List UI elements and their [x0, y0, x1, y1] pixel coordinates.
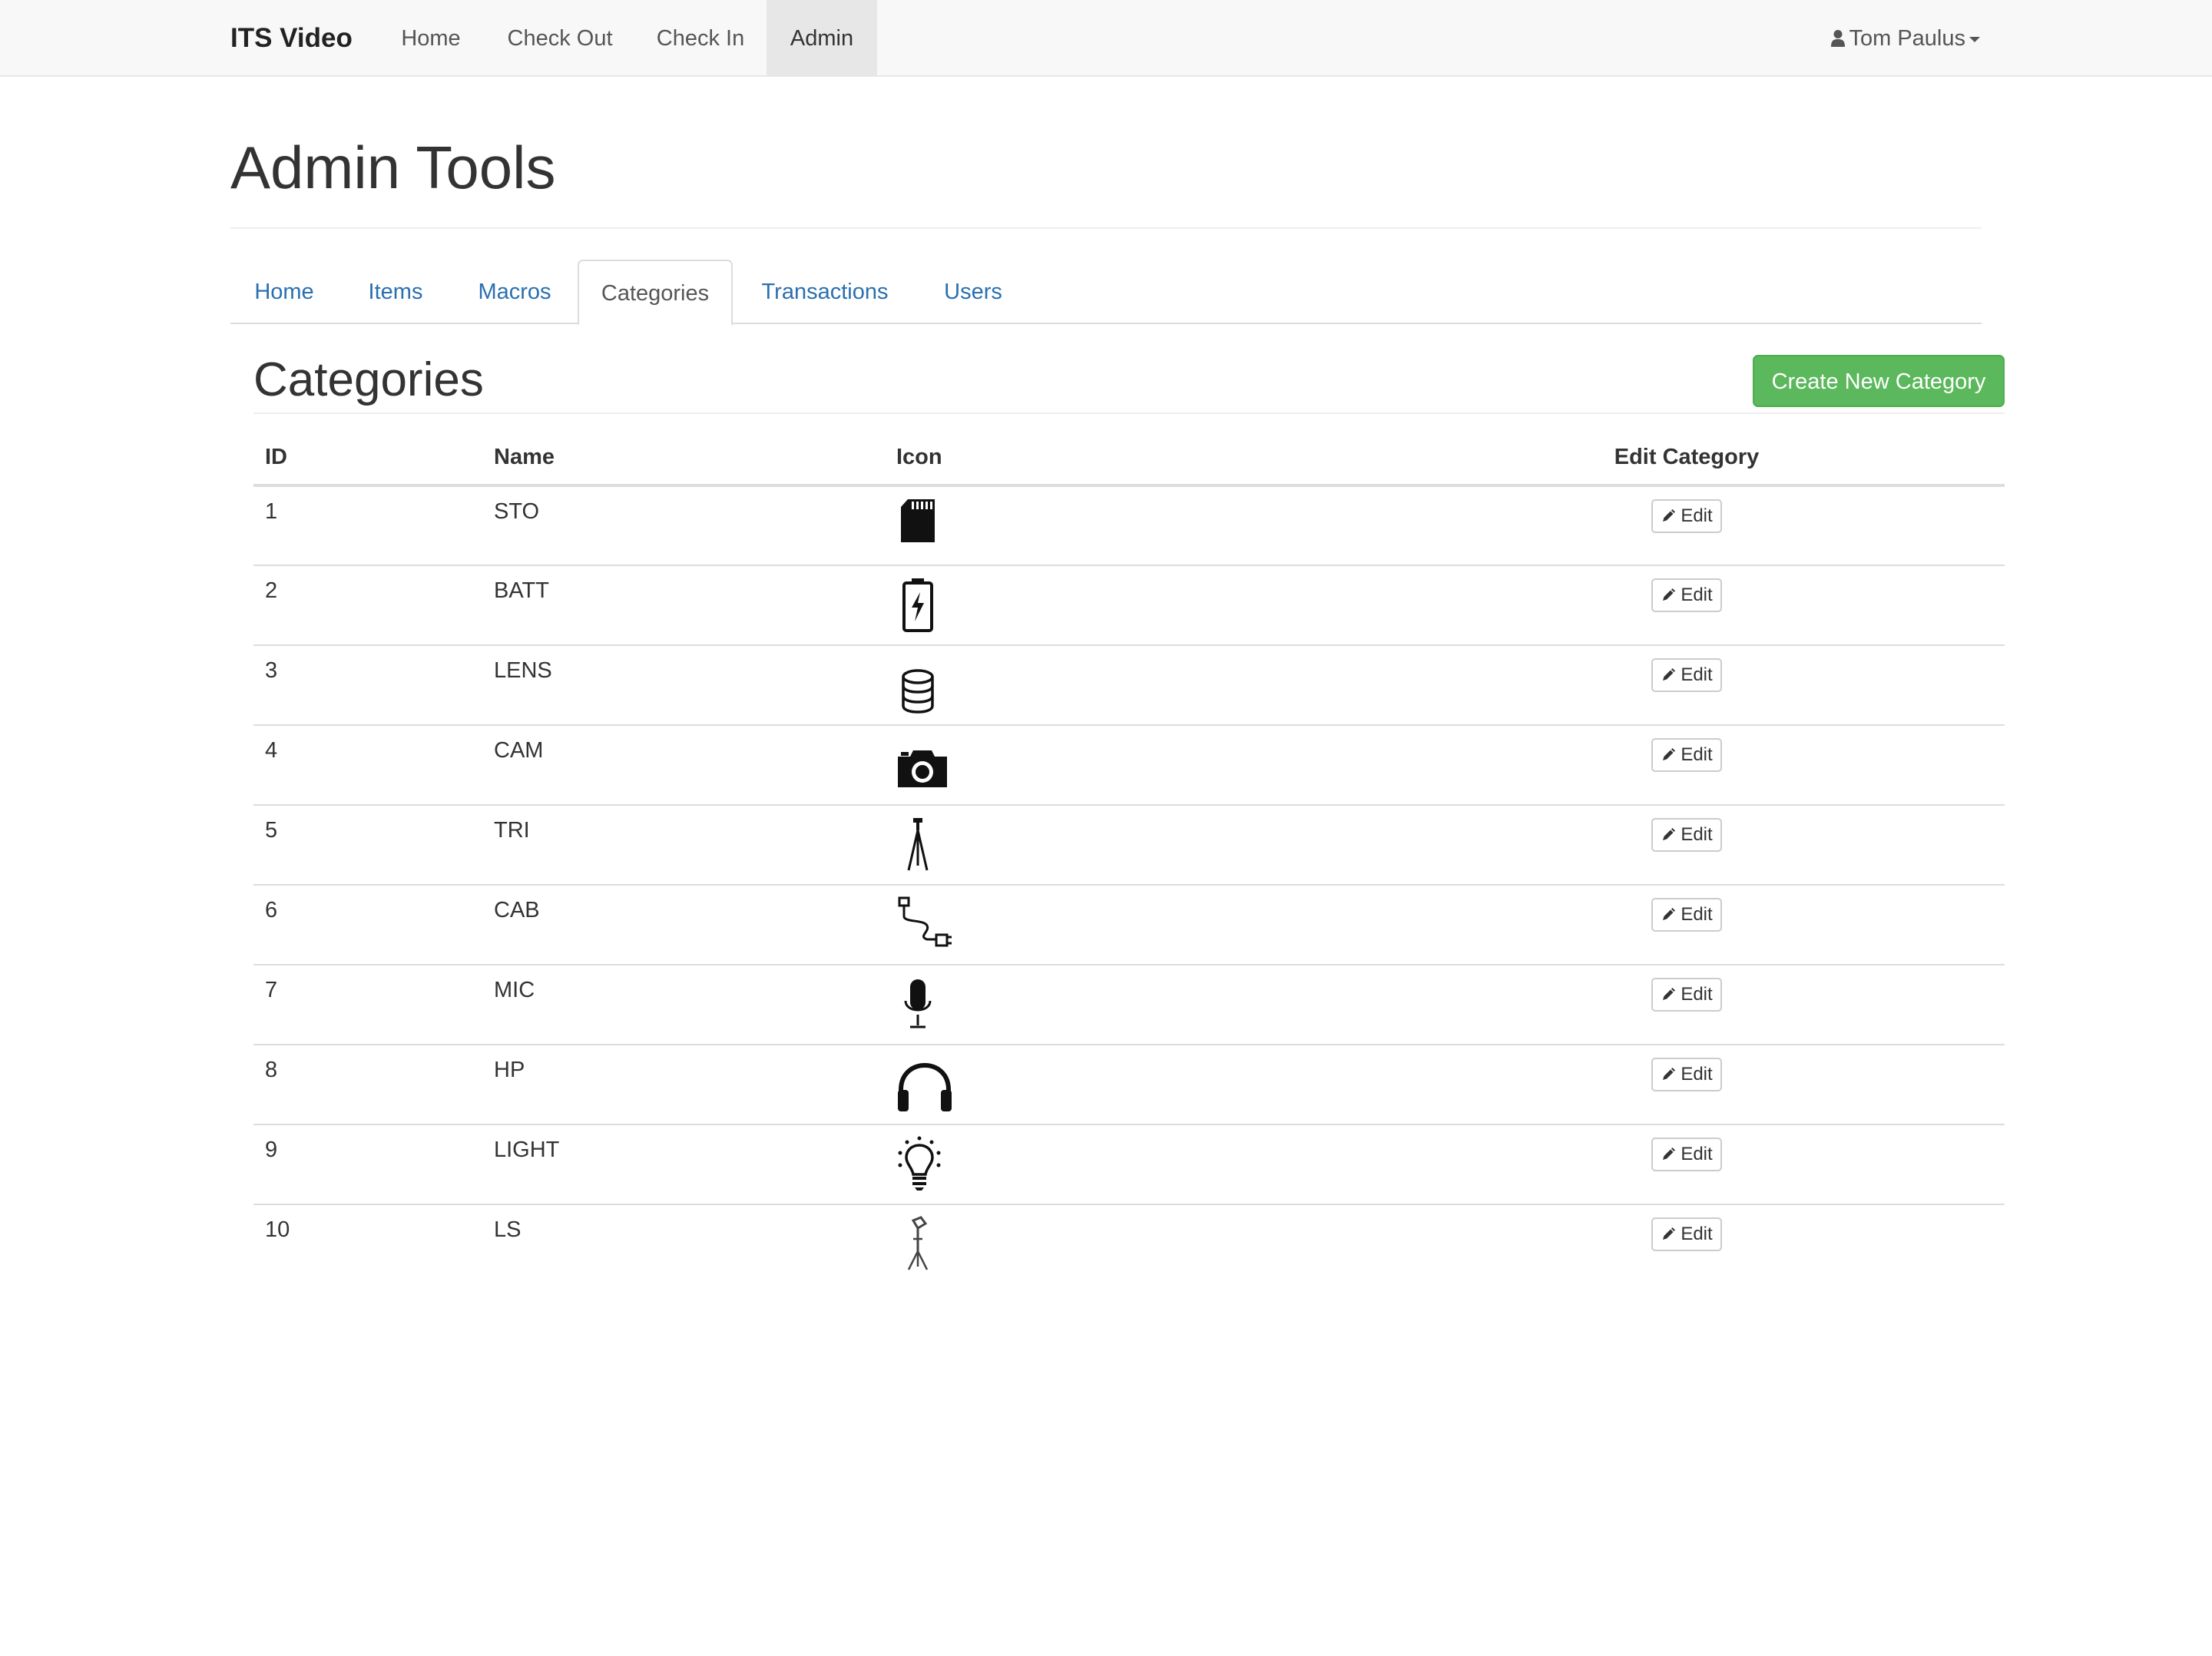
tab-macros[interactable]: Macros [453, 260, 576, 324]
user-icon [1831, 30, 1846, 47]
edit-category-button[interactable]: Edit [1651, 658, 1722, 692]
category-id: 9 [253, 1124, 482, 1204]
category-id: 5 [253, 804, 482, 885]
tab-users[interactable]: Users [917, 260, 1029, 324]
sd-card-icon [901, 499, 935, 542]
tab-items[interactable]: Items [339, 260, 452, 324]
categories-table: ID Name Icon Edit Category 1 STO Edit 2 … [253, 430, 2005, 1284]
edit-category-button[interactable]: Edit [1651, 1058, 1722, 1091]
edit-label: Edit [1681, 904, 1713, 925]
category-name: LENS [482, 644, 885, 725]
section-divider [253, 412, 2005, 414]
table-row: 10 LS Edit [253, 1204, 2005, 1284]
table-row: 4 CAM Edit [253, 724, 2005, 805]
category-name: LIGHT [482, 1124, 885, 1204]
edit-category-button[interactable]: Edit [1651, 1138, 1722, 1171]
edit-label: Edit [1681, 984, 1713, 1005]
nav-home[interactable]: Home [390, 0, 472, 77]
category-id: 3 [253, 644, 482, 725]
category-name: STO [494, 499, 540, 524]
table-row: 6 CAB Edit [253, 884, 2005, 965]
edit-category-button[interactable]: Edit [1651, 898, 1722, 932]
category-id: 7 [253, 964, 482, 1045]
category-name: MIC [482, 964, 885, 1045]
admin-tabs: Home Items Macros Categories Transaction… [230, 260, 1982, 326]
user-menu-dropdown[interactable]: Tom Paulus [1830, 0, 1980, 77]
pencil-icon [1663, 988, 1676, 1000]
pencil-icon [1663, 509, 1676, 522]
category-id: 10 [253, 1204, 482, 1284]
pencil-icon [1663, 908, 1676, 920]
pencil-icon [1663, 1227, 1676, 1240]
tab-home[interactable]: Home [230, 260, 338, 324]
pencil-icon [1663, 588, 1676, 601]
category-name: HP [482, 1044, 885, 1124]
cable-icon [898, 896, 952, 947]
edit-label: Edit [1681, 824, 1713, 845]
table-row: 1 STO Edit [253, 485, 2005, 565]
edit-label: Edit [1681, 1064, 1713, 1085]
brand-logo[interactable]: ITS Video [230, 0, 353, 77]
edit-category-button[interactable]: Edit [1651, 818, 1722, 852]
category-id: 8 [253, 1044, 482, 1124]
nav-check-in[interactable]: Check In [647, 0, 754, 77]
edit-category-button[interactable]: Edit [1651, 1217, 1722, 1251]
pencil-icon [1663, 1068, 1676, 1080]
category-name: CAM [482, 724, 885, 805]
table-row: 8 HP Edit [253, 1044, 2005, 1124]
column-header-name: Name [482, 430, 885, 487]
edit-label: Edit [1681, 664, 1713, 685]
table-row: 3 LENS Edit [253, 644, 2005, 725]
category-name: LS [482, 1204, 885, 1284]
battery-icon [902, 578, 933, 632]
pencil-icon [1663, 668, 1676, 681]
category-id: 4 [253, 724, 482, 805]
edit-category-button[interactable]: Edit [1651, 978, 1722, 1012]
edit-label: Edit [1681, 585, 1713, 605]
category-name: TRI [482, 804, 885, 885]
pencil-icon [1663, 748, 1676, 760]
category-id: 6 [253, 884, 482, 965]
column-header-icon: Icon [885, 430, 1369, 487]
create-new-category-button[interactable]: Create New Category [1753, 355, 2005, 407]
top-navbar: ITS Video Home Check Out Check In Admin … [0, 0, 2212, 77]
edit-label: Edit [1681, 744, 1713, 765]
pencil-icon [1663, 1148, 1676, 1160]
headphones-icon [898, 1062, 952, 1111]
table-row: 2 BATT Edit [253, 565, 2005, 645]
category-name: BATT [482, 565, 885, 645]
column-header-edit: Edit Category [1369, 430, 2005, 487]
category-name: CAB [482, 884, 885, 965]
table-row: 5 TRI Edit [253, 804, 2005, 885]
microphone-icon [904, 979, 932, 1028]
tab-categories[interactable]: Categories [578, 260, 733, 326]
lightbulb-icon [898, 1136, 941, 1191]
nav-check-out[interactable]: Check Out [495, 0, 625, 77]
section-title: Categories [253, 353, 484, 406]
lens-icon [902, 669, 934, 714]
column-header-id: ID [253, 430, 482, 487]
table-header-row: ID Name Icon Edit Category [253, 430, 2005, 487]
edit-label: Edit [1681, 1224, 1713, 1244]
edit-label: Edit [1681, 1144, 1713, 1164]
title-divider [230, 227, 1982, 229]
category-id: 2 [253, 565, 482, 645]
category-id: 1 [265, 499, 278, 524]
table-row: 7 MIC Edit [253, 964, 2005, 1045]
edit-category-button[interactable]: Edit [1651, 578, 1722, 612]
user-name: Tom Paulus [1849, 26, 1965, 51]
edit-category-button[interactable]: Edit [1651, 738, 1722, 772]
edit-category-button[interactable]: Edit [1651, 499, 1722, 533]
caret-down-icon [1969, 36, 1980, 42]
light-stand-icon [907, 1216, 929, 1270]
edit-label: Edit [1681, 505, 1713, 526]
table-row: 9 LIGHT Edit [253, 1124, 2005, 1204]
pencil-icon [1663, 828, 1676, 840]
camera-icon [898, 750, 947, 787]
tab-transactions[interactable]: Transactions [734, 260, 916, 324]
tripod-icon [907, 818, 929, 871]
page-title: Admin Tools [230, 134, 556, 201]
nav-admin[interactable]: Admin [767, 0, 877, 77]
